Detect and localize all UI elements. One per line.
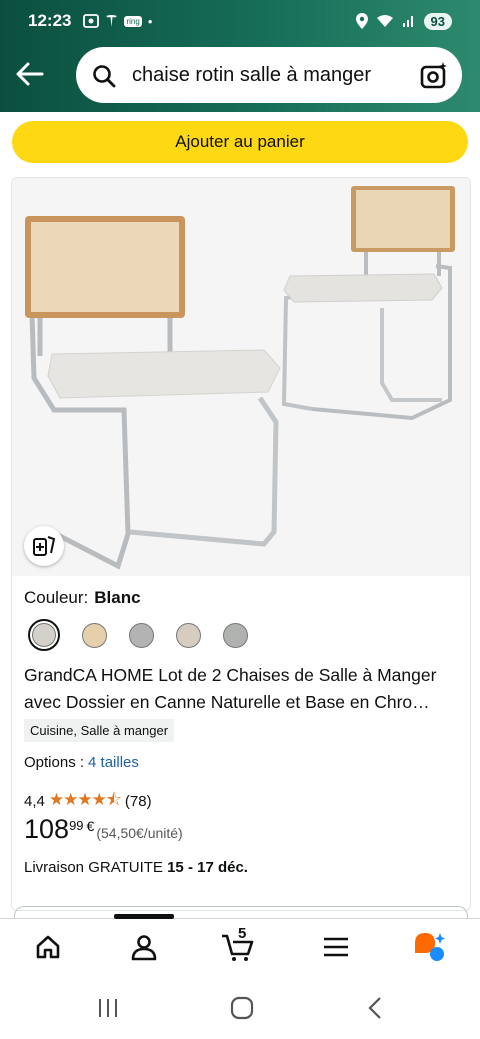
- chairs-illustration: [25, 186, 455, 570]
- camera-search-icon[interactable]: [420, 61, 448, 89]
- battery-indicator: 93: [423, 12, 452, 30]
- chair-front-illustration: [25, 216, 281, 570]
- color-row: Couleur: Blanc: [24, 588, 141, 608]
- options-label: Options :: [24, 754, 85, 771]
- search-query[interactable]: chaise rotin salle à manger: [132, 64, 371, 87]
- notification-dot-icon: •: [147, 13, 153, 29]
- recent-apps-icon[interactable]: [96, 996, 120, 1020]
- price-currency: €: [86, 818, 95, 834]
- status-notification-icons: ring •: [83, 14, 152, 29]
- swatch-beige[interactable]: [82, 622, 107, 648]
- cart-count: 5: [238, 925, 247, 942]
- product-title-line2: avec Dossier en Canne Naturelle et Base …: [24, 692, 430, 712]
- tesla-icon: [106, 15, 118, 27]
- product-card[interactable]: Couleur: Blanc GrandCA HOME Lot de 2 Chai…: [11, 177, 471, 911]
- app-header: 12:23 ring • 93 chaise rotin salle à man…: [0, 0, 480, 112]
- price: 108 99 € (54,50€/unité): [24, 814, 183, 845]
- delivery-prefix: Livraison GRATUITE: [24, 859, 163, 876]
- rufus-assistant-icon[interactable]: [412, 929, 448, 965]
- search-icon: [93, 65, 116, 88]
- compare-icon[interactable]: [24, 526, 64, 566]
- add-to-cart-button[interactable]: Ajouter au panier: [12, 121, 468, 163]
- rating-row[interactable]: 4,4 ★★★★⯪ (78): [24, 787, 152, 816]
- color-swatches: [28, 619, 248, 651]
- wifi-icon: [376, 15, 393, 27]
- location-icon: [355, 13, 368, 29]
- product-title-line1: GrandCA HOME Lot de 2 Chaises de Salle à…: [24, 665, 437, 685]
- cart-icon[interactable]: 5: [220, 925, 256, 965]
- price-whole: 108: [24, 814, 70, 844]
- options-row: Options :4 tailles: [24, 754, 139, 771]
- price-fraction: 99: [69, 818, 84, 833]
- back-arrow-icon[interactable]: [14, 60, 46, 88]
- active-tab-indicator: [114, 914, 174, 919]
- product-image[interactable]: [12, 178, 470, 576]
- menu-icon[interactable]: [318, 929, 354, 965]
- options-link[interactable]: 4 tailles: [88, 754, 139, 771]
- swatch-taupe[interactable]: [176, 622, 201, 648]
- account-icon[interactable]: [126, 929, 162, 965]
- color-label: Couleur:: [24, 588, 89, 607]
- review-count: (78): [124, 793, 152, 810]
- delivery-info: Livraison GRATUITE 15 - 17 déc.: [24, 859, 248, 876]
- unit-price: (54,50€/unité): [96, 825, 183, 841]
- color-value: Blanc: [94, 588, 141, 607]
- status-bar: 12:23 ring • 93: [28, 10, 452, 32]
- star-rating-icon: ★★★★⯪: [48, 790, 122, 809]
- home-icon[interactable]: [30, 929, 66, 965]
- delivery-dates: 15 - 17 déc.: [167, 859, 248, 876]
- product-title[interactable]: GrandCA HOME Lot de 2 Chaises de Salle à…: [24, 662, 464, 716]
- system-navigation-bar: [0, 976, 480, 1039]
- rating-value: 4,4: [24, 793, 45, 810]
- search-bar[interactable]: chaise rotin salle à manger: [76, 47, 462, 103]
- swatch-grey[interactable]: [129, 622, 154, 648]
- swatch-white-selected[interactable]: [28, 619, 60, 651]
- system-back-icon[interactable]: [364, 996, 388, 1020]
- category-tag: Cuisine, Salle à manger: [24, 719, 175, 742]
- chair-back-illustration: [281, 186, 455, 421]
- status-time: 12:23: [28, 11, 72, 30]
- status-system-icons: 93: [355, 12, 452, 30]
- signal-icon: [402, 16, 413, 27]
- screenshot-icon: [83, 14, 100, 28]
- ring-app-icon: ring: [124, 15, 142, 27]
- home-button-icon[interactable]: [229, 995, 255, 1021]
- bottom-nav: 5: [0, 914, 480, 977]
- swatch-dark-grey[interactable]: [223, 622, 248, 648]
